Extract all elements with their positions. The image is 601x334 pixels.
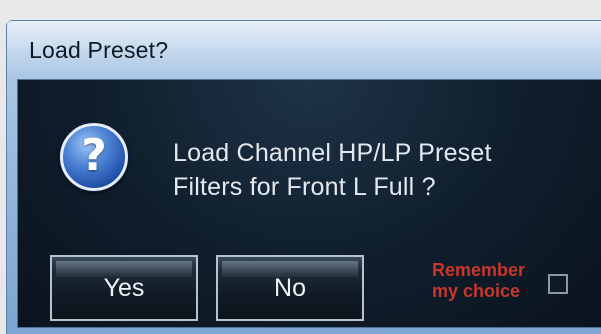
load-preset-dialog: Load Preset? ? Load Channel HP/LP Preset… xyxy=(6,20,601,334)
no-button[interactable]: No xyxy=(216,255,364,321)
message-line-2: Filters for Front L Full ? xyxy=(173,173,436,201)
screen: Load Preset? ? Load Channel HP/LP Preset… xyxy=(0,0,601,334)
remember-label-line-2: my choice xyxy=(432,281,521,301)
yes-button[interactable]: Yes xyxy=(50,255,198,321)
remember-label-line-1: Remember xyxy=(432,260,526,280)
dialog-message: Load Channel HP/LP Preset Filters for Fr… xyxy=(173,136,593,204)
message-line-1: Load Channel HP/LP Preset xyxy=(173,139,492,167)
remember-choice-checkbox[interactable] xyxy=(548,274,568,294)
question-icon: ? xyxy=(60,123,128,191)
remember-choice-label: Remember my choice xyxy=(432,260,525,302)
title-bar[interactable]: Load Preset? xyxy=(7,21,601,79)
dialog-title: Load Preset? xyxy=(29,37,169,63)
dialog-body: ? Load Channel HP/LP Preset Filters for … xyxy=(17,79,601,328)
